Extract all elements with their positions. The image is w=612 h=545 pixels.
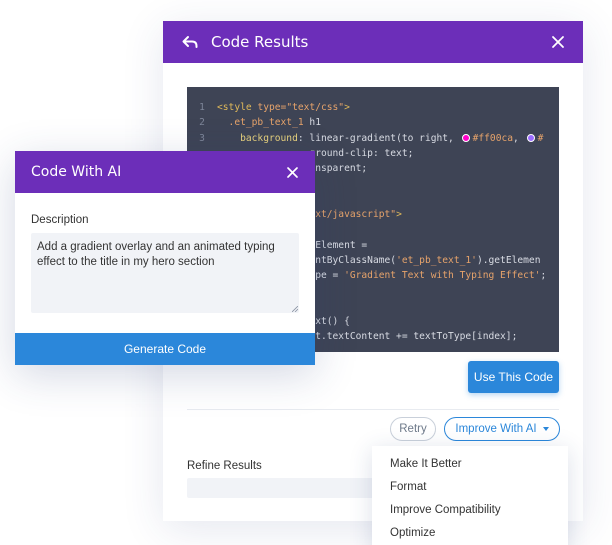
line-number: 2 <box>199 117 205 129</box>
improve-menu-item[interactable]: Improve Compatibility <box>372 499 568 522</box>
divider <box>187 409 559 410</box>
line-number: 1 <box>199 102 205 113</box>
code-token: h1 <box>303 117 321 129</box>
improve-menu-item[interactable]: Optimize <box>372 522 568 545</box>
improve-menu-item[interactable]: Format <box>372 476 568 499</box>
code-line: 3 background: linear-gradient(to right, … <box>187 131 559 146</box>
improve-with-ai-button[interactable]: Improve With AI <box>444 417 560 441</box>
code-line: 2 .et_pb_text_1 h1 <box>187 115 559 130</box>
code-token: #ff00ca <box>472 132 514 144</box>
close-icon[interactable] <box>551 35 565 49</box>
code-token: : linear-gradient(to right, <box>297 132 460 144</box>
improve-menu: Make It Better Format Improve Compatibilit… <box>372 446 568 545</box>
code-token: <style <box>217 102 258 113</box>
color-swatch-icon <box>526 133 535 142</box>
retry-button[interactable]: Retry <box>390 417 436 441</box>
back-arrow-icon[interactable] <box>181 33 199 51</box>
code-results-header: Code Results <box>163 21 583 63</box>
code-line: 1 <style type="text/css"> <box>187 100 559 115</box>
color-swatch-icon <box>461 133 470 142</box>
refine-results-label: Refine Results <box>187 460 262 472</box>
code-token: > <box>396 209 402 221</box>
close-icon[interactable] <box>286 166 299 179</box>
code-token: , <box>513 132 525 144</box>
code-with-ai-title: Code With AI <box>31 164 122 180</box>
code-with-ai-header: Code With AI <box>15 151 315 193</box>
code-token: background <box>217 132 298 144</box>
description-textarea[interactable]: Add a gradient overlay and an animated t… <box>31 233 299 313</box>
use-this-code-button[interactable]: Use This Code <box>468 361 559 393</box>
code-with-ai-modal: Code With AI Description Add a gradient … <box>15 151 315 365</box>
code-token: ).getElemen <box>476 254 541 266</box>
code-token: "text/css" <box>286 102 345 113</box>
code-token: 'Gradient Text with Typing Effect' <box>344 270 541 282</box>
caret-down-icon <box>542 427 549 431</box>
code-results-title: Code Results <box>211 33 309 51</box>
code-text: <style type="text/css"> <box>217 100 350 115</box>
code-token: type= <box>257 102 287 113</box>
resize-grip-icon[interactable] <box>292 306 298 312</box>
description-label: Description <box>31 214 89 226</box>
code-token: > <box>344 102 350 113</box>
improve-menu-item[interactable]: Make It Better <box>372 453 568 476</box>
code-text: .et_pb_text_1 h1 <box>217 115 321 130</box>
code-text: background: linear-gradient(to right, #f… <box>217 131 543 146</box>
generate-code-button[interactable]: Generate Code <box>15 333 315 365</box>
code-token: # <box>537 132 544 144</box>
line-number: 3 <box>199 132 205 144</box>
improve-with-ai-label: Improve With AI <box>455 423 537 435</box>
code-token: 'et_pb_text_1' <box>396 254 477 266</box>
code-token: ext/javascript" <box>309 209 397 221</box>
code-token: ; <box>540 270 547 282</box>
code-token: .et_pb_text_1 <box>217 117 304 129</box>
